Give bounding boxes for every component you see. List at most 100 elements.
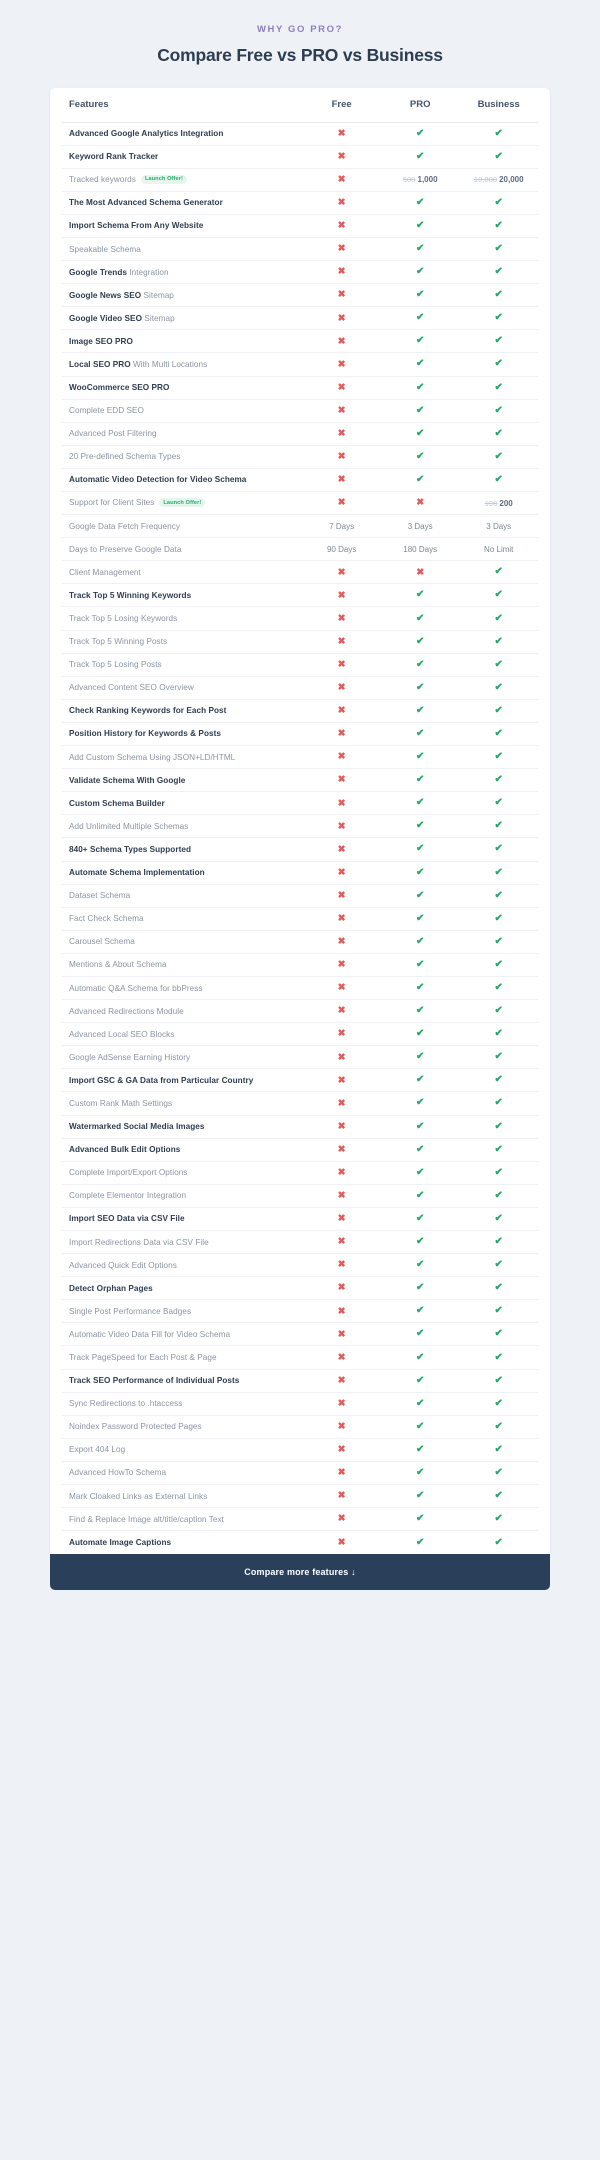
cross-icon: ✖	[337, 1513, 346, 1525]
pro-cell: ✔	[381, 1138, 460, 1161]
compare-more-features-button[interactable]: Compare more features ↓	[50, 1553, 550, 1590]
feature-cell: Add Custom Schema Using JSON+LD/HTML	[62, 746, 302, 769]
table-row: WooCommerce SEO PRO ✖ ✔ ✔	[62, 376, 538, 400]
business-value: 100 200	[485, 499, 513, 508]
free-cell: ✖	[302, 168, 381, 191]
check-icon: ✔	[415, 312, 425, 324]
check-icon: ✔	[494, 1097, 503, 1109]
business-cell: ✔	[459, 422, 538, 445]
pro-cell: ✔	[381, 353, 460, 376]
cross-icon: ✖	[337, 312, 346, 324]
old-price: 500	[402, 175, 416, 185]
feature-label: Position History for Keywords & Posts	[69, 729, 221, 739]
check-icon: ✔	[494, 1143, 503, 1155]
business-cell: 10,000 20,000	[459, 168, 538, 191]
pro-cell: ✔	[381, 1485, 460, 1508]
business-cell: ✔	[459, 1207, 538, 1230]
business-cell: ✔	[459, 1300, 538, 1323]
table-row: The Most Advanced Schema Generator ✖ ✔ ✔	[62, 191, 538, 215]
business-cell: 3 Days	[459, 515, 538, 538]
feature-cell: Add Unlimited Multiple Schemas	[62, 815, 302, 838]
table-row: Automatic Q&A Schema for bbPress ✖ ✔ ✔	[62, 976, 538, 1000]
check-icon: ✔	[415, 704, 425, 716]
feature-label: Complete Elementor Integration	[69, 1191, 187, 1201]
table-row: Complete EDD SEO ✖ ✔ ✔	[62, 399, 538, 423]
pro-cell: ✔	[381, 191, 460, 214]
business-cell: ✔	[459, 838, 538, 861]
feature-label-suffix: With Multi Locations	[130, 359, 208, 369]
pro-value: 180 Days	[403, 544, 438, 554]
business-cell: ✔	[459, 1461, 538, 1484]
check-icon: ✔	[415, 1536, 425, 1548]
cross-icon: ✖	[337, 1213, 346, 1225]
feature-cell: Complete Import/Export Options	[62, 1161, 302, 1184]
free-cell: ✖	[302, 676, 381, 699]
check-icon: ✔	[415, 912, 425, 924]
check-icon: ✔	[415, 1236, 425, 1248]
cross-icon: ✖	[337, 1328, 346, 1340]
feature-label: Automate Image Captions	[69, 1538, 172, 1548]
feature-label: Noindex Password Protected Pages	[69, 1422, 202, 1432]
check-icon: ✔	[494, 1443, 503, 1455]
pro-cell: ✔	[381, 214, 460, 237]
column-header-free: Free	[302, 88, 381, 123]
pricing-comparison-page: WHY GO PRO? Compare Free vs PRO vs Busin…	[0, 0, 600, 2160]
feature-label-suffix: Sitemap	[141, 313, 175, 323]
free-cell: ✖	[302, 1461, 381, 1484]
free-cell: ✖	[302, 353, 381, 376]
check-icon: ✔	[494, 589, 503, 601]
table-row: Image SEO PRO ✖ ✔ ✔	[62, 330, 538, 353]
feature-cell: Google Trends Integration	[62, 261, 302, 284]
cross-icon: ✖	[337, 1467, 346, 1479]
feature-cell: Keyword Rank Tracker	[62, 145, 302, 168]
feature-label: Automatic Video Detection for Video Sche…	[69, 475, 247, 485]
feature-label: Check Ranking Keywords for Each Post	[69, 706, 227, 716]
check-icon: ✔	[415, 1259, 425, 1271]
feature-label: 840+ Schema Types Supported	[69, 844, 192, 854]
pro-cell: ✔	[381, 399, 460, 422]
business-cell: ✔	[459, 1346, 538, 1369]
feature-cell: Track Top 5 Winning Posts	[62, 630, 302, 653]
feature-label: Automatic Video Data Fill for Video Sche…	[69, 1329, 231, 1339]
table-row: Dataset Schema ✖ ✔ ✔	[62, 884, 538, 908]
cross-icon: ✖	[337, 497, 346, 509]
table-row: Sync Redirections to .htaccess ✖ ✔ ✔	[62, 1392, 538, 1416]
feature-cell: Fact Check Schema	[62, 907, 302, 930]
business-cell: ✔	[459, 746, 538, 769]
business-value: No Limit	[484, 544, 514, 554]
check-icon: ✔	[415, 866, 425, 878]
check-icon: ✔	[494, 1074, 503, 1086]
table-row: Tracked keywords Launch Offer! ✖ 500 1,000 10…	[62, 168, 538, 192]
business-cell: ✔	[459, 1438, 538, 1461]
free-cell: ✖	[302, 145, 381, 168]
free-cell: ✖	[302, 699, 381, 722]
pro-cell: ✔	[381, 1461, 460, 1484]
pro-cell: ✔	[381, 699, 460, 722]
feature-label: Tracked keywords	[69, 175, 136, 185]
feature-cell: Import Schema From Any Website	[62, 214, 302, 237]
free-cell: ✖	[302, 492, 381, 515]
cross-icon: ✖	[337, 1143, 346, 1155]
check-icon: ✔	[415, 427, 425, 439]
check-icon: ✔	[494, 681, 503, 693]
check-icon: ✔	[494, 912, 503, 924]
table-header: Features Free PRO Business	[62, 88, 538, 123]
pro-cell: ✔	[381, 1115, 460, 1138]
table-row: 840+ Schema Types Supported ✖ ✔ ✔	[62, 838, 538, 861]
feature-cell: Single Post Performance Badges	[62, 1300, 302, 1323]
feature-cell: Speakable Schema	[62, 237, 302, 260]
pro-cell: ✔	[381, 1231, 460, 1254]
pro-cell: ✔	[381, 930, 460, 953]
feature-label: Track Top 5 Losing Keywords	[69, 614, 178, 624]
check-icon: ✔	[494, 774, 503, 786]
business-cell: ✔	[459, 145, 538, 168]
cross-icon: ✖	[337, 1236, 346, 1248]
check-icon: ✔	[494, 335, 503, 347]
feature-label: Advanced Redirections Module	[69, 1006, 184, 1016]
table-row: Track SEO Performance of Individual Post…	[62, 1369, 538, 1393]
table-row: Automatic Video Data Fill for Video Sche…	[62, 1323, 538, 1346]
table-row: Automatic Video Detection for Video Sche…	[62, 468, 538, 492]
feature-label: Sync Redirections to .htaccess	[69, 1399, 183, 1409]
business-cell: ✔	[459, 307, 538, 330]
check-icon: ✔	[415, 358, 425, 370]
